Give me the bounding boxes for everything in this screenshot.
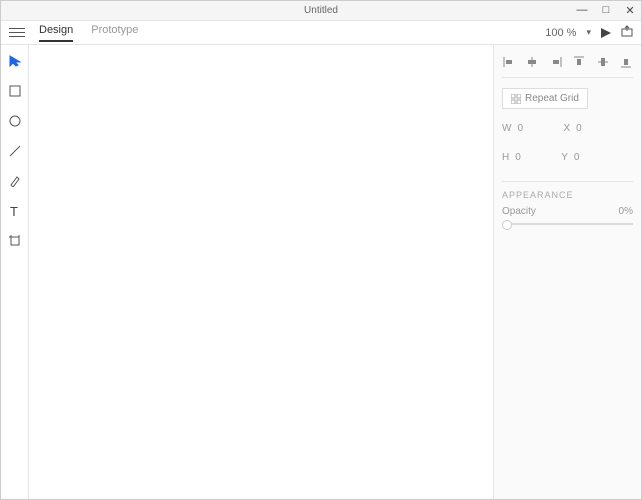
- ellipse-tool-icon[interactable]: [7, 113, 23, 129]
- y-input[interactable]: [574, 152, 604, 163]
- chevron-down-icon[interactable]: ▾: [586, 27, 591, 38]
- tool-column: T: [1, 45, 29, 499]
- grid-icon: [511, 94, 521, 104]
- align-left-icon[interactable]: [502, 55, 516, 69]
- play-icon[interactable]: [601, 28, 611, 38]
- x-input[interactable]: [576, 123, 606, 134]
- top-bar: Design Prototype 100 % ▾: [1, 21, 641, 45]
- w-label: W: [502, 123, 511, 134]
- canvas[interactable]: [29, 45, 493, 499]
- size-row-1: W X: [502, 119, 633, 138]
- minimize-icon[interactable]: —: [575, 4, 589, 17]
- w-input[interactable]: [517, 123, 547, 134]
- opacity-slider[interactable]: [502, 223, 633, 225]
- select-tool-icon[interactable]: [7, 53, 23, 69]
- y-label: Y: [561, 152, 568, 163]
- align-row: [502, 53, 633, 78]
- menu-icon[interactable]: [9, 25, 25, 40]
- opacity-value: 0%: [619, 206, 633, 217]
- align-middle-v-icon[interactable]: [596, 55, 610, 69]
- window-controls: — □ ✕: [575, 4, 637, 17]
- pen-tool-icon[interactable]: [7, 173, 23, 189]
- h-label: H: [502, 152, 509, 163]
- top-right-controls: 100 % ▾: [545, 25, 633, 40]
- appearance-section: APPEARANCE Opacity 0%: [502, 181, 633, 225]
- align-bottom-icon[interactable]: [619, 55, 633, 69]
- properties-panel: Repeat Grid W X H Y APPEARANCE Opacity 0…: [493, 45, 641, 499]
- text-tool-icon[interactable]: T: [7, 203, 23, 219]
- opacity-row: Opacity 0%: [502, 206, 633, 217]
- line-tool-icon[interactable]: [7, 143, 23, 159]
- align-right-icon[interactable]: [549, 55, 563, 69]
- svg-text:T: T: [10, 205, 18, 217]
- main-area: T Repeat Grid W X H Y APPEARANCE Opa: [1, 45, 641, 499]
- size-row-2: H Y: [502, 148, 633, 167]
- repeat-grid-label: Repeat Grid: [525, 93, 579, 104]
- zoom-value[interactable]: 100 %: [545, 27, 576, 39]
- mode-tabs: Design Prototype: [39, 24, 138, 42]
- x-label: X: [563, 123, 570, 134]
- tab-prototype[interactable]: Prototype: [91, 24, 138, 42]
- maximize-icon[interactable]: □: [599, 4, 613, 17]
- artboard-tool-icon[interactable]: [7, 233, 23, 249]
- align-top-icon[interactable]: [572, 55, 586, 69]
- document-title: Untitled: [304, 5, 338, 16]
- opacity-label: Opacity: [502, 206, 536, 217]
- tab-design[interactable]: Design: [39, 24, 73, 42]
- h-input[interactable]: [515, 152, 545, 163]
- repeat-grid-button[interactable]: Repeat Grid: [502, 88, 588, 109]
- share-icon[interactable]: [621, 25, 633, 40]
- title-bar: Untitled — □ ✕: [1, 1, 641, 21]
- rectangle-tool-icon[interactable]: [7, 83, 23, 99]
- align-center-h-icon[interactable]: [525, 55, 539, 69]
- close-icon[interactable]: ✕: [623, 4, 637, 17]
- appearance-title: APPEARANCE: [502, 190, 633, 200]
